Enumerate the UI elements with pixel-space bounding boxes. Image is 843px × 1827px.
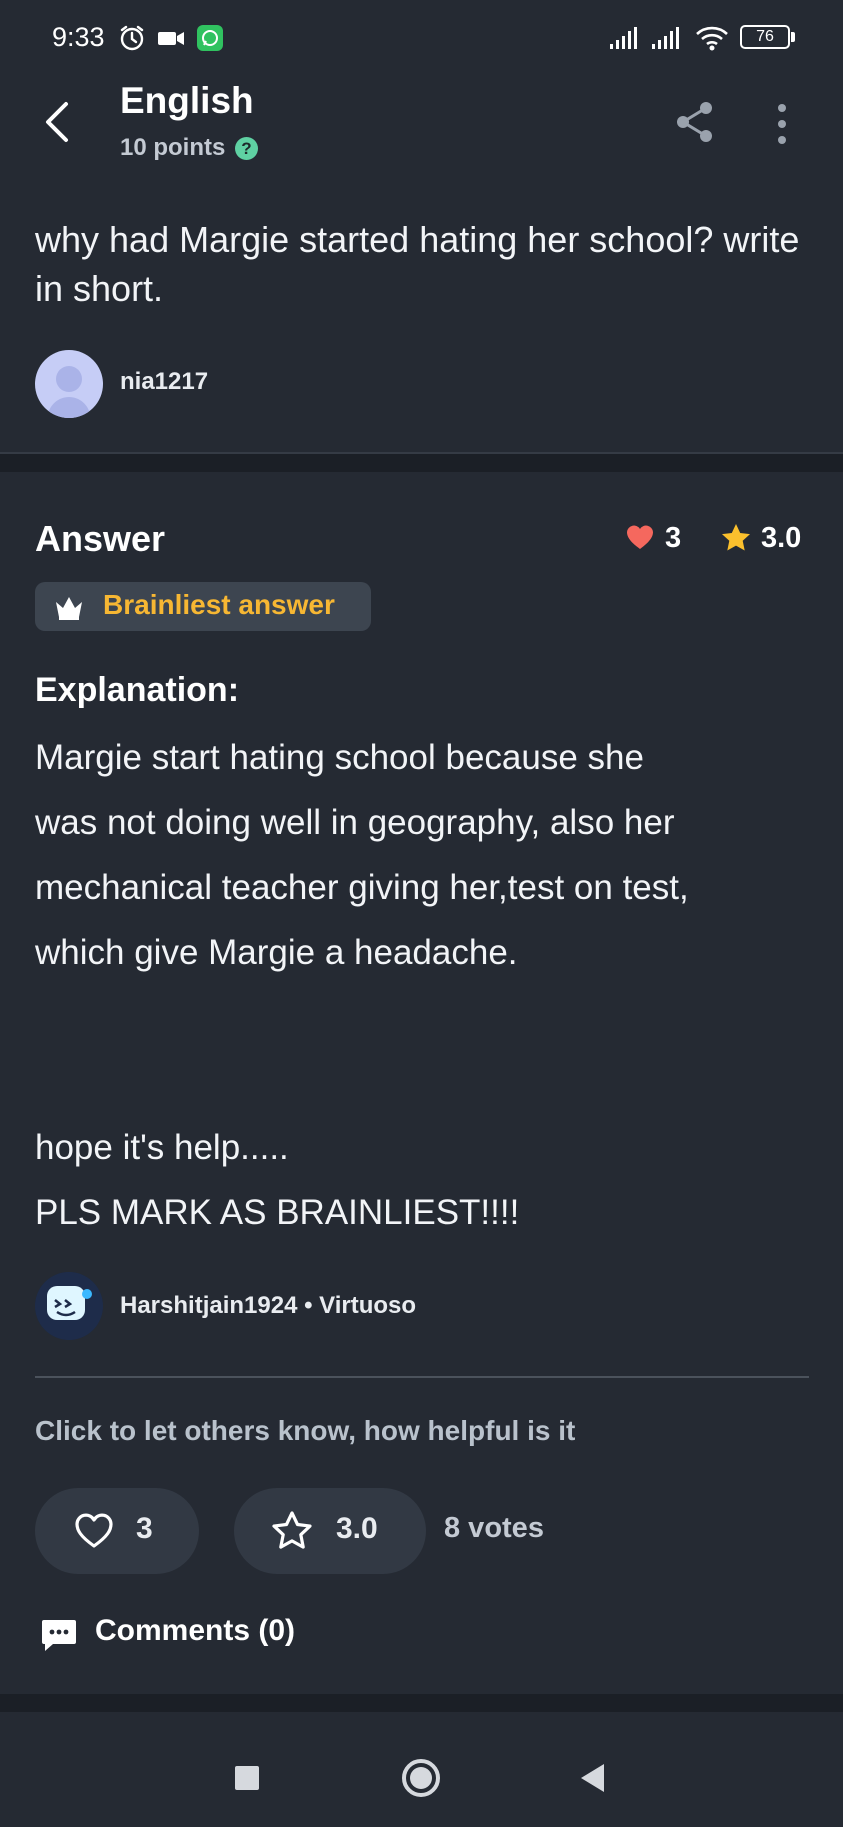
section-separator xyxy=(0,454,843,472)
marshmello-avatar-icon xyxy=(35,1272,103,1340)
rating-value: 3.0 xyxy=(761,522,802,554)
user-silhouette-icon xyxy=(47,366,91,418)
wifi-icon xyxy=(696,26,728,51)
answer-line: was not doing well in geography, also he… xyxy=(35,803,675,842)
answer-heading: Answer xyxy=(35,518,166,559)
whatsapp-icon xyxy=(197,25,223,51)
recent-apps-icon[interactable] xyxy=(234,1765,260,1791)
back-arrow-icon[interactable] xyxy=(40,100,76,144)
back-nav-icon[interactable] xyxy=(578,1762,606,1794)
page-title: English xyxy=(120,80,254,121)
answer-line: mechanical teacher giving her,test on te… xyxy=(35,868,689,907)
signal-icon-1 xyxy=(610,27,637,49)
answerer-username[interactable]: Harshitjain1924 • Virtuoso xyxy=(120,1292,416,1320)
asker-username[interactable]: nia1217 xyxy=(120,368,208,396)
asker-avatar[interactable] xyxy=(35,350,103,418)
rating-button-value: 3.0 xyxy=(336,1512,378,1545)
share-icon[interactable] xyxy=(674,100,716,144)
home-icon[interactable] xyxy=(400,1757,442,1799)
points-label: 10 points xyxy=(120,134,226,161)
answer-line: PLS MARK AS BRAINLIEST!!!! xyxy=(35,1193,520,1232)
rate-button[interactable] xyxy=(234,1488,426,1574)
answerer-avatar[interactable] xyxy=(35,1272,103,1340)
alarm-icon xyxy=(120,25,144,51)
divider xyxy=(35,1376,809,1378)
heart-outline-icon xyxy=(75,1513,113,1548)
signal-icon-2 xyxy=(652,27,679,49)
more-options-icon[interactable] xyxy=(772,102,792,146)
explanation-heading: Explanation: xyxy=(35,671,240,709)
battery-nub xyxy=(791,32,795,42)
answer-line: hope it's help..... xyxy=(35,1128,289,1167)
question-text: why had Margie started hating her school… xyxy=(35,219,800,309)
section-separator xyxy=(0,1694,843,1712)
battery-indicator: 76 xyxy=(740,25,790,49)
brainliest-label: Brainliest answer xyxy=(103,589,335,620)
votes-count: 8 votes xyxy=(444,1512,544,1544)
video-call-icon xyxy=(158,32,184,45)
like-button[interactable] xyxy=(35,1488,199,1574)
heart-icon xyxy=(627,525,653,549)
star-icon xyxy=(722,524,750,551)
answer-line: Margie start hating school because she xyxy=(35,738,644,777)
crown-icon xyxy=(56,597,82,620)
answer-line: which give Margie a headache. xyxy=(35,933,518,972)
like-count: 3 xyxy=(136,1512,153,1545)
status-time: 9:33 xyxy=(52,22,105,52)
comments-icon[interactable] xyxy=(40,1617,78,1653)
comments-link[interactable]: Comments (0) xyxy=(95,1614,295,1648)
helpful-prompt: Click to let others know, how helpful is… xyxy=(35,1415,576,1446)
help-icon[interactable]: ? xyxy=(235,137,258,160)
star-outline-icon xyxy=(272,1511,312,1549)
hearts-count: 3 xyxy=(665,522,682,554)
